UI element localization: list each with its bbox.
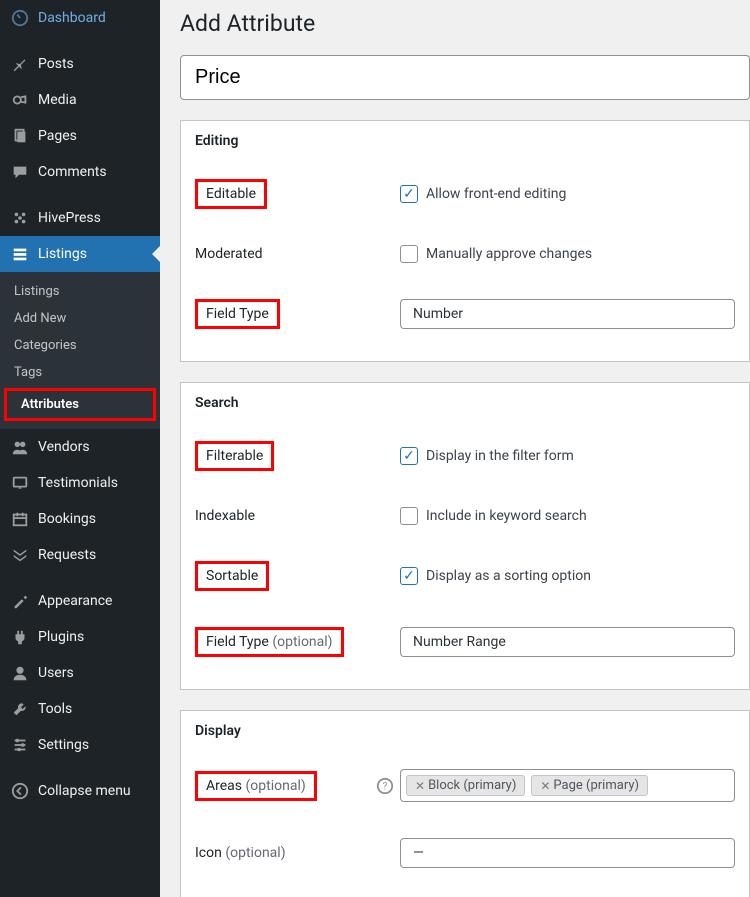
- areas-row: Areas (optional) ? ✕Block (primary) ✕Pag…: [195, 751, 735, 820]
- indexable-checkbox-label[interactable]: Include in keyword search: [426, 508, 587, 524]
- page-title: Add Attribute: [180, 10, 750, 37]
- sidebar-pages[interactable]: Pages: [0, 118, 160, 154]
- pages-icon: [10, 126, 30, 146]
- sidebar-listings[interactable]: Listings: [0, 236, 160, 272]
- listings-submenu: Listings Add New Categories Tags Attribu…: [0, 272, 160, 429]
- comments-icon: [10, 162, 30, 182]
- admin-sidebar: Dashboard Posts Media Pages Comments Hiv…: [0, 0, 160, 897]
- search-section: Search Filterable ✓ Display in the filte…: [180, 382, 750, 690]
- display-header: Display: [181, 711, 749, 751]
- search-fieldtype-select[interactable]: Number Range: [400, 627, 735, 657]
- icon-row: Icon (optional) —: [195, 820, 735, 886]
- moderated-row: Moderated Manually approve changes: [195, 227, 735, 281]
- edit-fieldtype-label: Field Type: [195, 299, 280, 329]
- attribute-name-input[interactable]: [180, 55, 750, 100]
- areas-label: Areas (optional): [195, 771, 317, 801]
- hivepress-icon: [10, 208, 30, 228]
- help-icon[interactable]: ?: [376, 777, 394, 795]
- sidebar-tools[interactable]: Tools: [0, 691, 160, 727]
- filterable-checkbox[interactable]: ✓: [400, 447, 418, 465]
- moderated-label: Moderated: [195, 246, 263, 262]
- appearance-icon: [10, 591, 30, 611]
- editable-checkbox-label[interactable]: Allow front-end editing: [426, 186, 566, 202]
- settings-icon: [10, 735, 30, 755]
- search-fieldtype-label: Field Type (optional): [195, 627, 344, 657]
- filterable-row: Filterable ✓ Display in the filter form: [195, 423, 735, 489]
- remove-tag-icon[interactable]: ✕: [415, 779, 425, 793]
- dashboard-icon: [10, 8, 30, 28]
- sidebar-users[interactable]: Users: [0, 655, 160, 691]
- submenu-categories[interactable]: Categories: [0, 332, 160, 359]
- moderated-checkbox[interactable]: [400, 245, 418, 263]
- areas-tags-input[interactable]: ✕Block (primary) ✕Page (primary): [400, 769, 735, 802]
- sidebar-collapse[interactable]: Collapse menu: [0, 773, 160, 809]
- editable-checkbox[interactable]: ✓: [400, 185, 418, 203]
- sidebar-settings[interactable]: Settings: [0, 727, 160, 763]
- submenu-tags[interactable]: Tags: [0, 359, 160, 386]
- sidebar-media[interactable]: Media: [0, 82, 160, 118]
- remove-tag-icon[interactable]: ✕: [540, 779, 550, 793]
- filterable-checkbox-label[interactable]: Display in the filter form: [426, 448, 574, 464]
- moderated-checkbox-label[interactable]: Manually approve changes: [426, 246, 592, 262]
- sidebar-appearance[interactable]: Appearance: [0, 583, 160, 619]
- indexable-label: Indexable: [195, 508, 255, 524]
- collapse-icon: [10, 781, 30, 801]
- listings-icon: [10, 244, 30, 264]
- sidebar-dashboard[interactable]: Dashboard: [0, 0, 160, 36]
- pin-icon: [10, 54, 30, 74]
- search-fieldtype-row: Field Type (optional) Number Range: [195, 609, 735, 675]
- users-icon: [10, 663, 30, 683]
- sortable-label: Sortable: [195, 561, 269, 591]
- testimonials-icon: [10, 473, 30, 493]
- editable-label: Editable: [195, 179, 267, 209]
- submenu-attributes[interactable]: Attributes: [4, 388, 156, 421]
- main-content: Add Attribute Editing Editable ✓ Allow f…: [160, 0, 750, 897]
- sidebar-posts[interactable]: Posts: [0, 46, 160, 82]
- sortable-checkbox[interactable]: ✓: [400, 567, 418, 585]
- editing-header: Editing: [181, 121, 749, 161]
- sidebar-hivepress[interactable]: HivePress: [0, 200, 160, 236]
- sidebar-vendors[interactable]: Vendors: [0, 429, 160, 465]
- requests-icon: [10, 545, 30, 565]
- area-tag[interactable]: ✕Block (primary): [406, 775, 525, 796]
- sidebar-bookings[interactable]: Bookings: [0, 501, 160, 537]
- edit-fieldtype-row: Field Type Number: [195, 281, 735, 347]
- filterable-label: Filterable: [195, 441, 274, 471]
- submenu-add-new[interactable]: Add New: [0, 305, 160, 332]
- tools-icon: [10, 699, 30, 719]
- indexable-row: Indexable Include in keyword search: [195, 489, 735, 543]
- editable-row: Editable ✓ Allow front-end editing: [195, 161, 735, 227]
- sortable-checkbox-label[interactable]: Display as a sorting option: [426, 568, 591, 584]
- sidebar-requests[interactable]: Requests: [0, 537, 160, 573]
- plugins-icon: [10, 627, 30, 647]
- icon-select[interactable]: —: [400, 838, 735, 868]
- search-header: Search: [181, 383, 749, 423]
- display-section: Display Areas (optional) ? ✕Block (prima…: [180, 710, 750, 897]
- media-icon: [10, 90, 30, 110]
- indexable-checkbox[interactable]: [400, 507, 418, 525]
- bookings-icon: [10, 509, 30, 529]
- area-tag[interactable]: ✕Page (primary): [531, 775, 648, 796]
- edit-fieldtype-select[interactable]: Number: [400, 299, 735, 329]
- submenu-listings[interactable]: Listings: [0, 278, 160, 305]
- sidebar-plugins[interactable]: Plugins: [0, 619, 160, 655]
- vendors-icon: [10, 437, 30, 457]
- sidebar-testimonials[interactable]: Testimonials: [0, 465, 160, 501]
- svg-text:?: ?: [383, 781, 388, 792]
- icon-label: Icon (optional): [195, 845, 286, 861]
- format-row: Format (optional) ?: [195, 886, 735, 897]
- editing-section: Editing Editable ✓ Allow front-end editi…: [180, 120, 750, 362]
- sidebar-comments[interactable]: Comments: [0, 154, 160, 190]
- sortable-row: Sortable ✓ Display as a sorting option: [195, 543, 735, 609]
